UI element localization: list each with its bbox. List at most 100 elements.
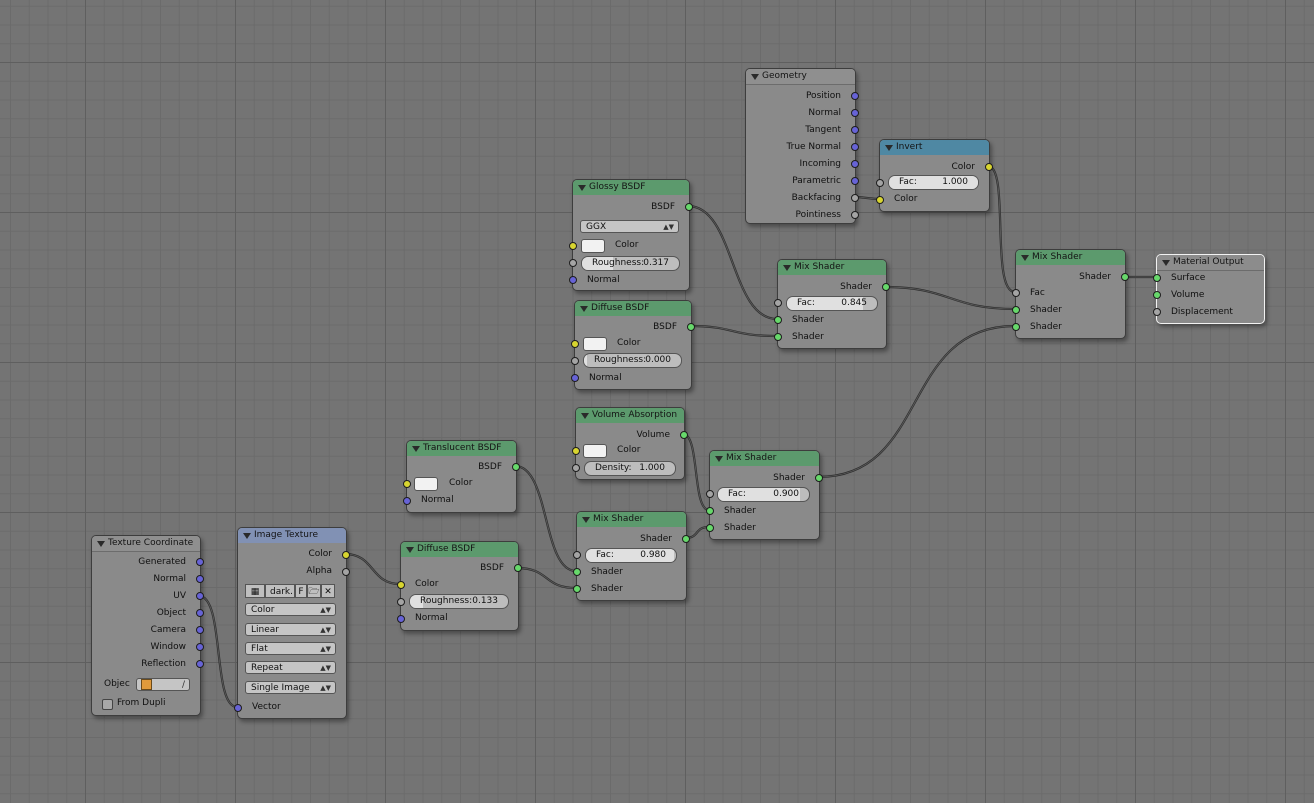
eyedropper-icon[interactable]: ∕ <box>182 679 185 690</box>
volume-absorption-node[interactable]: Volume Absorption Volume Color Density: … <box>572 407 688 480</box>
socket-shader-out[interactable] <box>815 474 823 482</box>
socket-shader-in-1[interactable] <box>774 316 782 324</box>
socket-pointiness[interactable] <box>851 211 859 219</box>
diffuse-bsdf-node-2[interactable]: Diffuse BSDF BSDF Color Roughness: 0.133… <box>397 541 522 631</box>
open-image-button[interactable]: 🗁 <box>307 584 321 598</box>
socket-color-out[interactable] <box>985 163 993 171</box>
socket-true-normal[interactable] <box>851 143 859 151</box>
socket-normal-in[interactable] <box>397 615 405 623</box>
fac-slider[interactable]: Fac: 1.000 <box>888 175 979 190</box>
socket-surface-in[interactable] <box>1153 274 1161 282</box>
roughness-slider[interactable]: Roughness: 0.133 <box>409 594 509 609</box>
socket-volume-in[interactable] <box>1153 291 1161 299</box>
socket-color-in[interactable] <box>403 480 411 488</box>
invert-node[interactable]: Invert Color Fac: 1.000 Color <box>876 139 993 212</box>
mix-shader-node-1[interactable]: Mix Shader Shader Fac: 0.845 Shader Shad… <box>774 259 890 349</box>
socket-normal[interactable] <box>851 109 859 117</box>
extension-dropdown[interactable]: Repeat ▲▼ <box>245 661 336 674</box>
image-texture-node[interactable]: Image Texture Color Alpha ▦ dark. F 🗁 ✕ … <box>234 527 350 719</box>
fac-slider[interactable]: Fac: 0.980 <box>585 548 677 563</box>
socket-object[interactable] <box>196 609 204 617</box>
unlink-image-button[interactable]: ✕ <box>321 584 335 598</box>
socket-color-in[interactable] <box>569 242 577 250</box>
socket-window[interactable] <box>196 643 204 651</box>
source-dropdown[interactable]: Single Image ▲▼ <box>245 681 336 694</box>
imagetex-node-header[interactable]: Image Texture <box>238 528 346 543</box>
socket-color-out[interactable] <box>342 551 350 559</box>
projection-dropdown[interactable]: Flat ▲▼ <box>245 642 336 655</box>
density-slider[interactable]: Density: 1.000 <box>584 461 676 476</box>
color-swatch[interactable] <box>581 239 605 253</box>
mixmain-node-header[interactable]: Mix Shader <box>1016 250 1125 265</box>
mix3-node-header[interactable]: Mix Shader <box>577 512 686 527</box>
socket-normal-in[interactable] <box>569 276 577 284</box>
socket-tangent[interactable] <box>851 126 859 134</box>
socket-shader-out[interactable] <box>882 283 890 291</box>
socket-fac-in[interactable] <box>876 179 884 187</box>
socket-normal[interactable] <box>196 575 204 583</box>
texcoord-node-header[interactable]: Texture Coordinate <box>92 536 200 552</box>
socket-reflection[interactable] <box>196 660 204 668</box>
socket-incoming[interactable] <box>851 160 859 168</box>
interpolation-dropdown[interactable]: Linear ▲▼ <box>245 623 336 636</box>
socket-generated[interactable] <box>196 558 204 566</box>
socket-shader-in-2[interactable] <box>573 585 581 593</box>
socket-shader-in-1[interactable] <box>706 507 714 515</box>
socket-vector-in[interactable] <box>234 704 242 712</box>
geometry-node-header[interactable]: Geometry <box>746 69 855 85</box>
socket-bsdf-out[interactable] <box>512 463 520 471</box>
roughness-slider[interactable]: Roughness: 0.000 <box>583 353 682 368</box>
fake-user-button[interactable]: F <box>295 584 307 598</box>
socket-shader-out[interactable] <box>682 535 690 543</box>
mix-shader-node-main[interactable]: Mix Shader Shader Fac Shader Shader <box>1012 249 1129 339</box>
socket-shader-in-2[interactable] <box>774 333 782 341</box>
socket-shader-out[interactable] <box>1121 273 1129 281</box>
socket-color-in[interactable] <box>572 447 580 455</box>
fac-slider[interactable]: Fac: 0.845 <box>786 296 878 311</box>
socket-volume-out[interactable] <box>680 431 688 439</box>
texture-coordinate-node[interactable]: Texture Coordinate Generated Normal UV O… <box>91 535 204 716</box>
socket-bsdf-out[interactable] <box>685 203 693 211</box>
glossy-bsdf-node[interactable]: Glossy BSDF BSDF GGX ▲▼ Color Roughness: … <box>569 179 693 291</box>
diffuse2-node-header[interactable]: Diffuse BSDF <box>401 542 518 557</box>
output-node-header[interactable]: Material Output <box>1157 255 1264 271</box>
socket-camera[interactable] <box>196 626 204 634</box>
diffuse1-node-header[interactable]: Diffuse BSDF <box>575 301 691 316</box>
socket-bsdf-out[interactable] <box>687 323 695 331</box>
socket-alpha-out[interactable] <box>342 568 350 576</box>
socket-bsdf-out[interactable] <box>514 564 522 572</box>
from-dupli-checkbox[interactable] <box>102 699 113 710</box>
color-swatch[interactable] <box>414 477 438 491</box>
socket-roughness-in[interactable] <box>571 357 579 365</box>
socket-shader-in-1[interactable] <box>573 568 581 576</box>
diffuse-bsdf-node-1[interactable]: Diffuse BSDF BSDF Color Roughness: 0.000… <box>571 300 695 390</box>
socket-density-in[interactable] <box>572 464 580 472</box>
object-picker[interactable]: ∕ <box>136 678 190 691</box>
socket-position[interactable] <box>851 92 859 100</box>
socket-shader-in-2[interactable] <box>706 524 714 532</box>
mix2-node-header[interactable]: Mix Shader <box>710 451 819 466</box>
glossy-node-header[interactable]: Glossy BSDF <box>573 180 689 195</box>
color-swatch[interactable] <box>583 337 607 351</box>
socket-parametric[interactable] <box>851 177 859 185</box>
color-swatch[interactable] <box>583 444 607 458</box>
socket-shader-in-1[interactable] <box>1012 306 1020 314</box>
color-space-dropdown[interactable]: Color ▲▼ <box>245 603 336 616</box>
translucent-node-header[interactable]: Translucent BSDF <box>407 441 516 456</box>
mix-shader-node-3[interactable]: Mix Shader Shader Fac: 0.980 Shader Shad… <box>573 511 690 601</box>
image-browse-button[interactable]: ▦ <box>245 584 265 598</box>
fac-slider[interactable]: Fac: 0.900 <box>717 487 810 502</box>
translucent-bsdf-node[interactable]: Translucent BSDF BSDF Color Normal <box>403 440 520 513</box>
socket-uv[interactable] <box>196 592 204 600</box>
distribution-dropdown[interactable]: GGX ▲▼ <box>580 220 679 233</box>
socket-shader-in-2[interactable] <box>1012 323 1020 331</box>
volume-node-header[interactable]: Volume Absorption <box>576 408 684 423</box>
socket-normal-in[interactable] <box>403 497 411 505</box>
socket-color-in[interactable] <box>571 340 579 348</box>
socket-color-in[interactable] <box>876 196 884 204</box>
mix1-node-header[interactable]: Mix Shader <box>778 260 886 275</box>
invert-node-header[interactable]: Invert <box>880 140 989 155</box>
socket-fac-in[interactable] <box>706 490 714 498</box>
image-name-field[interactable]: dark. <box>265 584 295 598</box>
socket-normal-in[interactable] <box>571 374 579 382</box>
